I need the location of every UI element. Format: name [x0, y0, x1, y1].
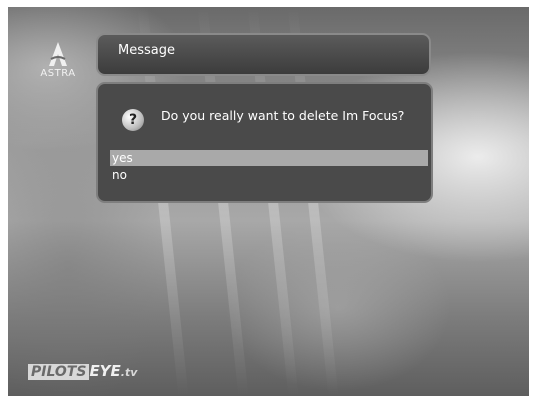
- dialog-prompt: Do you really want to delete Im Focus?: [161, 108, 405, 123]
- option-yes[interactable]: yes: [110, 150, 428, 166]
- message-title-bar: Message: [96, 33, 431, 76]
- tv-suffix: .tv: [120, 366, 138, 379]
- confirm-dialog: ? Do you really want to delete Im Focus?…: [96, 82, 433, 203]
- message-title: Message: [118, 43, 175, 58]
- eye-text: EYE: [89, 362, 121, 380]
- astra-icon: [49, 42, 67, 66]
- astra-logo-text: ASTRA: [40, 68, 76, 79]
- pilotseye-logo: PILOTS EYE.tv: [28, 362, 137, 380]
- pilots-box-text: PILOTS: [28, 364, 90, 380]
- astra-logo: ASTRA: [38, 42, 78, 79]
- option-no[interactable]: no: [110, 167, 428, 183]
- question-icon: ?: [122, 109, 144, 131]
